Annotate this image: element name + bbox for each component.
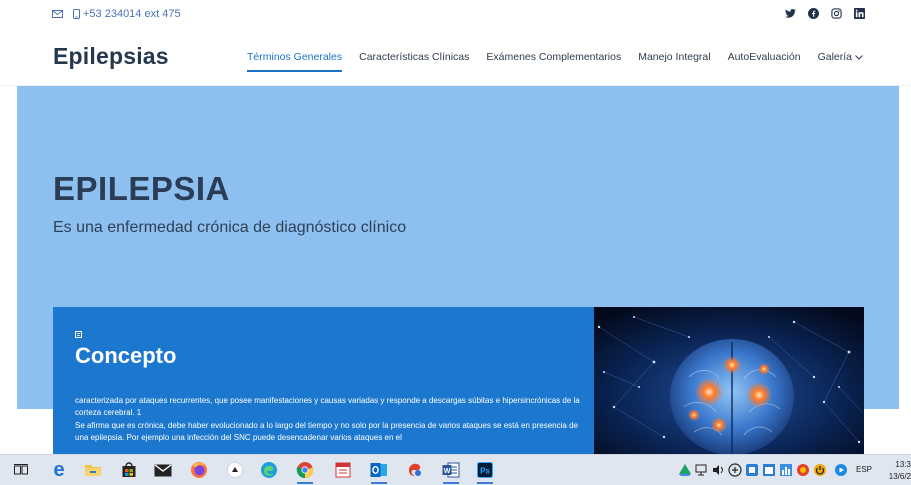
main-nav: Términos Generales Características Clíni… [246,51,863,72]
phone-number: +53 234014 ext 475 [83,8,181,20]
nav-manejo-integral[interactable]: Manejo Integral [638,51,710,67]
chrome-icon[interactable] [294,459,316,484]
nav-galeria[interactable]: Galería [818,51,863,67]
tray-chart-icon[interactable] [779,463,793,477]
nav-label: Galería [817,51,852,63]
mail-icon [52,10,63,18]
site-logo[interactable]: Epilepsias [53,43,169,70]
email-contact[interactable] [52,10,63,18]
tray-power-icon[interactable] [813,463,827,477]
google-drive-icon[interactable] [678,463,692,477]
top-contact-bar: +53 234014 ext 475 [0,0,911,26]
nav-label: AutoEvaluación [727,51,801,63]
edge-icon[interactable] [258,459,280,481]
concept-paragraph: Se afirma que es crónica, debe haber evo… [75,420,578,442]
windows-taskbar: e W Ps ESP 13:3 13/6/2 [0,454,911,485]
chevron-down-icon [855,54,863,60]
linkedin-icon[interactable] [854,8,865,19]
mail-app-icon[interactable] [152,459,174,481]
concept-card: Concepto caracterizada por ataques recur… [53,307,594,454]
nav-label: Manejo Integral [638,51,711,63]
document-icon [75,331,82,338]
edge-legacy-icon[interactable]: e [48,459,70,481]
twitter-icon[interactable] [785,9,796,18]
store-icon[interactable] [118,459,140,481]
nav-examenes-complementarios[interactable]: Exámenes Complementarios [486,51,621,67]
brain-illustration [594,307,864,454]
concept-paragraph: caracterizada por ataques recurrentes, q… [75,396,580,418]
social-links [785,8,865,19]
tray-window-icon[interactable] [762,463,776,477]
security-icon[interactable] [728,463,742,477]
volume-icon[interactable] [711,463,725,477]
spotify-like-icon[interactable] [404,459,426,481]
network-icon[interactable] [695,463,709,477]
phone-icon [73,9,80,19]
nav-label: Exámenes Complementarios [486,51,622,63]
task-view-icon[interactable] [10,459,32,481]
concept-title: Concepto [75,343,177,368]
calendar-app-icon[interactable] [332,459,354,481]
nav-label: Términos Generales [246,51,343,63]
tray-play-icon[interactable] [834,463,848,477]
file-explorer-icon[interactable] [82,459,104,481]
tray-app-icon[interactable] [745,463,759,477]
hero-title: EPILEPSIA [53,170,230,207]
phone-contact[interactable]: +53 234014 ext 475 [73,8,181,20]
concept-text: caracterizada por ataques recurrentes, q… [75,395,580,444]
firefox-icon[interactable] [188,459,210,481]
svg-text:W: W [444,468,451,475]
system-clock[interactable]: 13:3 13/6/2 [874,459,911,483]
nav-autoevaluacion[interactable]: AutoEvaluación [728,51,801,67]
outlook-icon[interactable] [368,459,390,484]
language-indicator[interactable]: ESP [856,465,872,474]
nav-caracteristicas-clinicas[interactable]: Características Clínicas [359,51,469,67]
clock-time: 13:3 [895,460,911,469]
tray-colorful-icon[interactable] [796,463,810,477]
facebook-icon[interactable] [808,8,819,19]
instagram-icon[interactable] [831,8,842,19]
brain-image [594,307,864,454]
nav-terminos-generales[interactable]: Términos Generales [246,51,343,72]
word-icon[interactable]: W [440,459,462,484]
svg-text:Ps: Ps [480,467,490,476]
clock-date: 13/6/2 [888,472,911,481]
hero-subtitle: Es una enfermedad crónica de diagnóstico… [53,219,407,236]
app-icon[interactable] [224,459,246,481]
contact-info: +53 234014 ext 475 [52,8,181,20]
site-header: Epilepsias Términos Generales Caracterís… [0,26,911,86]
nav-label: Características Clínicas [359,51,470,63]
photoshop-icon[interactable]: Ps [474,459,496,484]
page: +53 234014 ext 475 Epilepsias Términos G… [0,0,911,485]
